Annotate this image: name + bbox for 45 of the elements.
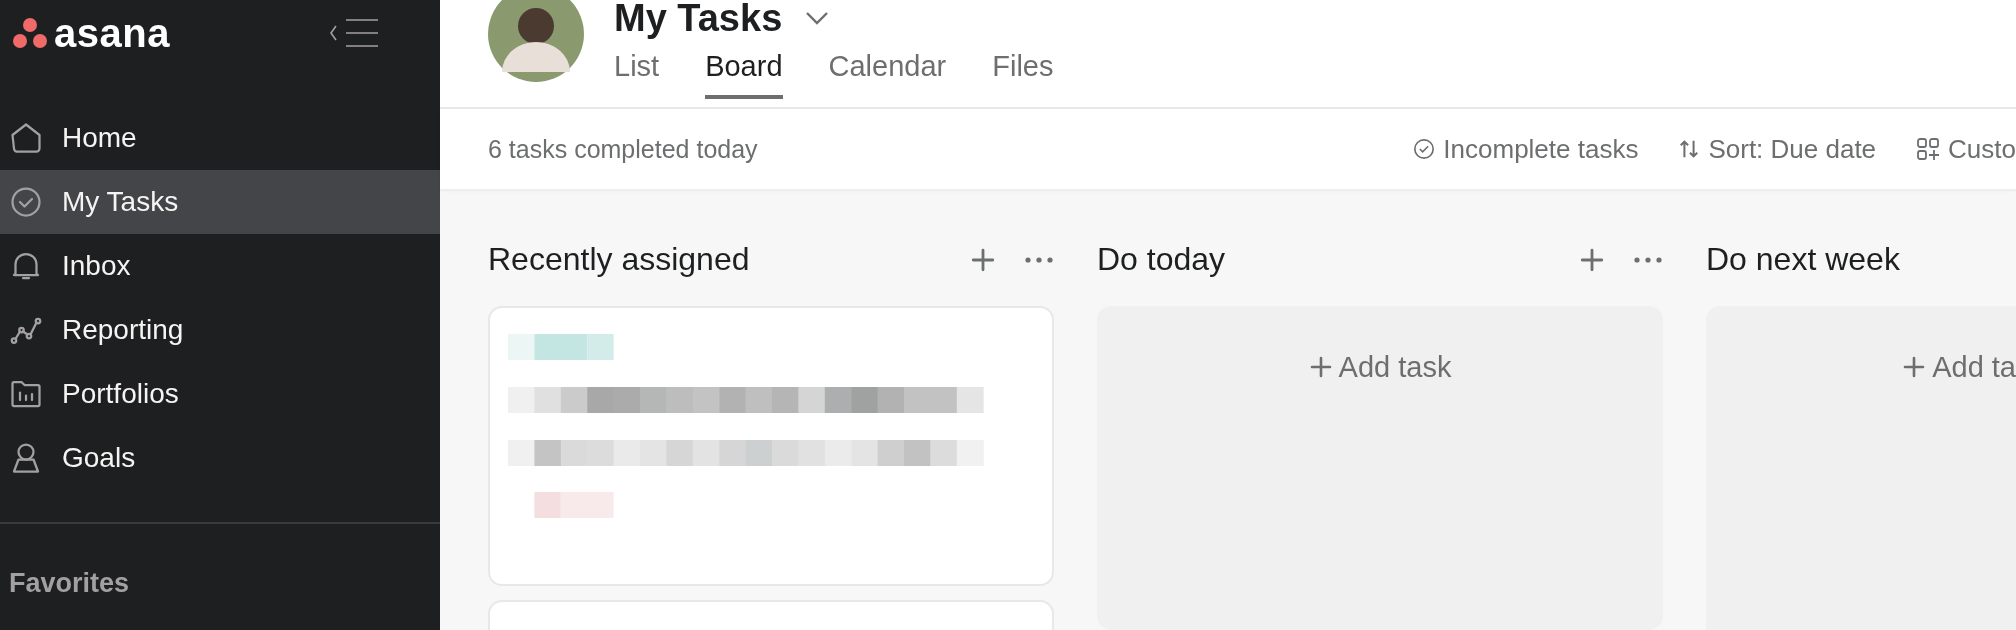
grid-plus-icon [1916, 137, 1941, 161]
sidebar-item-label: Portfolios [62, 378, 179, 410]
three-dots-icon [12, 17, 48, 49]
check-circle-icon [1413, 138, 1436, 160]
column-title: Recently assigned [488, 241, 750, 278]
avatar[interactable] [488, 0, 584, 82]
sidebar-item-label: Goals [62, 442, 136, 474]
collapse-menu-icon[interactable] [328, 18, 380, 48]
logo-text: asana [54, 10, 170, 56]
chevron-down-icon[interactable] [804, 10, 831, 26]
plus-icon [1579, 246, 1605, 273]
column-title: Do today [1097, 241, 1226, 278]
more-icon[interactable] [1633, 255, 1663, 264]
plus-icon [1308, 355, 1333, 379]
sort-arrows-icon [1678, 138, 1701, 160]
add-task-button[interactable]: Add ta [1902, 349, 2016, 385]
tab[interactable]: Calendar [828, 44, 947, 99]
home-icon [8, 120, 44, 156]
sidebar-item[interactable]: Portfolios [0, 362, 440, 426]
toolbar-button[interactable]: Sort: Due date [1678, 133, 1877, 165]
check-circle-icon [8, 184, 44, 220]
logo[interactable]: asana [12, 10, 170, 56]
section-heading: Favorites [9, 568, 131, 599]
toolbar-button[interactable]: Custo [1916, 133, 2016, 165]
sidebar-item[interactable]: Reporting [0, 298, 440, 362]
plus-icon [970, 246, 996, 273]
toolbar-button-label: Custo [1948, 133, 2016, 165]
tab[interactable]: Files [992, 44, 1054, 99]
toolbar-button-label: Sort: Due date [1708, 133, 1877, 165]
tab[interactable]: List [614, 44, 660, 99]
plus-icon [1902, 355, 1927, 379]
sidebar-item-label: Home [62, 122, 137, 154]
completed-summary: 6 tasks completed today [488, 134, 758, 164]
more-icon[interactable] [1024, 255, 1054, 264]
sidebar-item[interactable]: Inbox [0, 234, 440, 298]
sidebar-item-label: Reporting [62, 314, 184, 346]
page-title: My Tasks [614, 0, 783, 38]
add-task-button[interactable]: Add task [1308, 349, 1452, 385]
sidebar-item[interactable]: Home [0, 106, 440, 170]
sidebar-item-label: Inbox [62, 250, 131, 282]
sidebar-item[interactable]: My Tasks [0, 170, 440, 234]
column-title: Do next week [1706, 241, 1900, 278]
sidebar-item[interactable]: Goals [0, 426, 440, 490]
tab[interactable]: Board [705, 44, 783, 99]
sidebar-item-label: My Tasks [62, 186, 179, 218]
